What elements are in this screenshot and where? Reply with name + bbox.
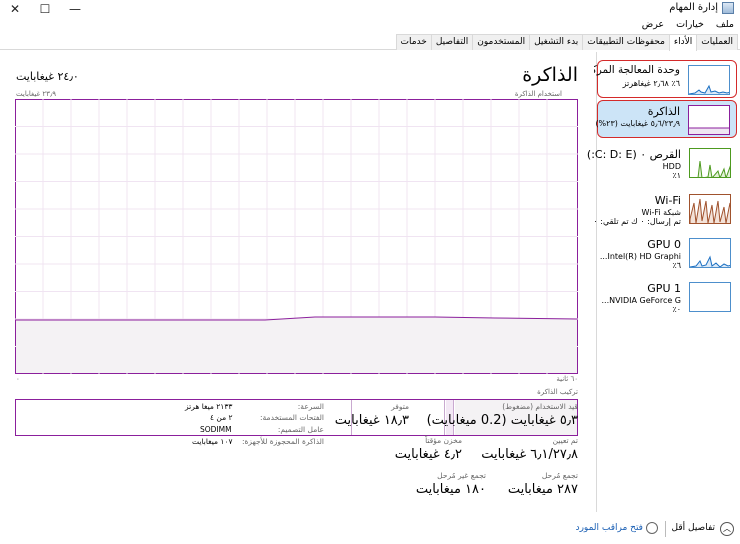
paged-pool-label: تجمع مُرحل xyxy=(541,471,578,480)
page-title: الذاكرة xyxy=(522,64,578,86)
committed-label: تم تعيين xyxy=(552,436,578,445)
wifi-thumbnail-graph xyxy=(689,194,731,224)
close-button[interactable]: ✕ xyxy=(0,0,30,18)
usage-max: ٢٣٫٩ غيغابايت xyxy=(16,90,56,98)
tab-processes[interactable]: العمليات xyxy=(696,34,738,50)
sidebar-item-wifi[interactable]: Wi-Fi شبكة Wi-Fi تم إرسال: ٠ ك تم تلقي: … xyxy=(593,190,737,228)
cached-value: ٤٫٢ غيغابايت xyxy=(394,447,462,462)
in-use-label: قيد الاستخدام (مضغوط) xyxy=(502,402,578,411)
tab-details[interactable]: التفاصيل xyxy=(430,34,474,50)
title-bar: إدارة المهام ✕ ☐ — xyxy=(0,0,740,18)
sidebar-item-gpu0[interactable]: GPU 0 Intel(R) HD Graphi... ٦٪ xyxy=(597,234,737,272)
sidebar-item-sub: Intel(R) HD Graphi... xyxy=(599,252,681,261)
sidebar-item-label: GPU 0 xyxy=(647,238,681,251)
maximize-button[interactable]: ☐ xyxy=(30,0,60,18)
tab-app-history[interactable]: محفوظات التطبيقات xyxy=(582,34,670,50)
sidebar-item-sub: HDD xyxy=(662,162,681,171)
time-axis-end: ٠ xyxy=(16,375,20,383)
gpu0-thumbnail-graph xyxy=(689,238,731,268)
tab-startup[interactable]: بدء التشغيل xyxy=(529,34,584,50)
menu-bar: ملف خيارات عرض xyxy=(0,18,740,33)
sidebar-item-sub2: ٦٪ xyxy=(672,261,681,270)
menu-view[interactable]: عرض xyxy=(640,18,666,33)
time-axis-start: ٦٠ ثانية xyxy=(556,375,578,383)
tab-bar: العمليات الأداء محفوظات التطبيقات بدء ال… xyxy=(0,34,740,51)
form-factor-value: SODIMM xyxy=(200,425,232,434)
memory-thumbnail-graph xyxy=(688,105,730,135)
sidebar-item-sub: NVIDIA GeForce G... xyxy=(601,296,682,305)
sidebar-item-sub2: تم إرسال: ٠ ك تم تلقي: ٠ ك xyxy=(593,217,681,226)
window-title: إدارة المهام xyxy=(669,2,718,13)
form-factor-label: عامل التصميم: xyxy=(277,425,324,434)
cached-label: مخزن مؤقتاً xyxy=(425,436,462,445)
sidebar-item-label: Wi-Fi xyxy=(654,194,681,207)
menu-options[interactable]: خيارات xyxy=(674,18,706,33)
memory-usage-graph xyxy=(15,99,578,374)
committed-value: ٦٫١/٢٧٫٨ غيغابايت xyxy=(481,447,578,462)
speed-label: السرعة: xyxy=(297,402,324,411)
available-label: متوفر xyxy=(391,402,409,411)
slots-value: ٢ من ٤ xyxy=(210,413,233,422)
sidebar-item-label: الذاكرة xyxy=(647,105,680,118)
sidebar-item-memory[interactable]: الذاكرة ٥٫٦/٢٣٫٩ غيغابايت (٢٣%) xyxy=(595,100,737,138)
resource-monitor-icon xyxy=(646,522,658,534)
footer: ︿ تفاصيل أقل فتح مراقب المورد xyxy=(0,517,740,544)
memory-panel: الذاكرة ٢٤٫٠ غيغابايت استخدام الذاكرة ٢٣… xyxy=(0,52,594,512)
sidebar-item-label: القرص ٠ (C: D: E:) xyxy=(586,148,681,161)
total-memory: ٢٤٫٠ غيغابايت xyxy=(16,70,79,83)
footer-divider xyxy=(665,521,666,537)
cpu-thumbnail-graph xyxy=(688,65,730,95)
sidebar-item-cpu[interactable]: وحدة المعالجة المركزية ٦٪ ٢٫٦٨ غيغاهرتز xyxy=(594,60,737,98)
sidebar-item-sub: ٥٫٦/٢٣٫٩ غيغابايت (٢٣%) xyxy=(595,119,680,128)
composition-label: تركيب الذاكرة xyxy=(537,388,578,396)
sidebar-item-gpu1[interactable]: GPU 1 NVIDIA GeForce G... ٠٪ xyxy=(597,278,737,316)
nonpaged-pool-value: ١٨٠ ميغابايت xyxy=(415,482,486,497)
sidebar-item-sub: ٦٪ ٢٫٦٨ غيغاهرتز xyxy=(622,79,680,88)
tab-services[interactable]: خدمات xyxy=(395,34,432,50)
tab-performance[interactable]: الأداء xyxy=(668,34,698,51)
device-list: وحدة المعالجة المركزية ٦٪ ٢٫٦٨ غيغاهرتز … xyxy=(587,52,740,512)
available-value: ١٨٫٣ غيغابايت xyxy=(334,413,409,428)
menu-file[interactable]: ملف xyxy=(714,18,736,33)
slots-label: الفتحات المستخدمة: xyxy=(260,413,324,422)
fewer-details-button[interactable]: تفاصيل أقل xyxy=(672,523,715,533)
minimize-button[interactable]: — xyxy=(60,0,90,18)
nonpaged-pool-label: تجمع غير مُرحل xyxy=(437,471,486,480)
gpu1-thumbnail-graph xyxy=(689,282,731,312)
sidebar-item-sub: شبكة Wi-Fi xyxy=(641,208,681,217)
hardware-reserved-label: الذاكرة المحجوزة للأجهزة: xyxy=(241,437,324,446)
in-use-value: ٥٫٣ غيغابايت (0.2 ميغابايت) xyxy=(426,413,578,428)
paged-pool-value: ٢٨٧ ميغابايت xyxy=(507,482,578,497)
sidebar-item-disk[interactable]: القرص ٠ (C: D: E:) HDD ١٪ xyxy=(587,144,737,182)
usage-label: استخدام الذاكرة xyxy=(514,90,562,98)
sidebar-item-sub2: ٠٪ xyxy=(672,305,681,314)
sidebar-item-sub2: ١٪ xyxy=(672,171,681,180)
sidebar-item-label: GPU 1 xyxy=(647,282,681,295)
speed-value: ٢١٣٣ ميغا هرتز xyxy=(185,402,233,411)
open-resource-monitor-link[interactable]: فتح مراقب المورد xyxy=(576,523,643,533)
chevron-up-icon[interactable]: ︿ xyxy=(720,522,734,536)
sidebar-item-label: وحدة المعالجة المركزية xyxy=(594,64,680,76)
disk-thumbnail-graph xyxy=(689,148,731,178)
hardware-reserved-value: ١٠٧ ميغابايت xyxy=(192,437,233,446)
tab-users[interactable]: المستخدمون xyxy=(472,34,531,50)
task-manager-icon xyxy=(722,2,734,14)
